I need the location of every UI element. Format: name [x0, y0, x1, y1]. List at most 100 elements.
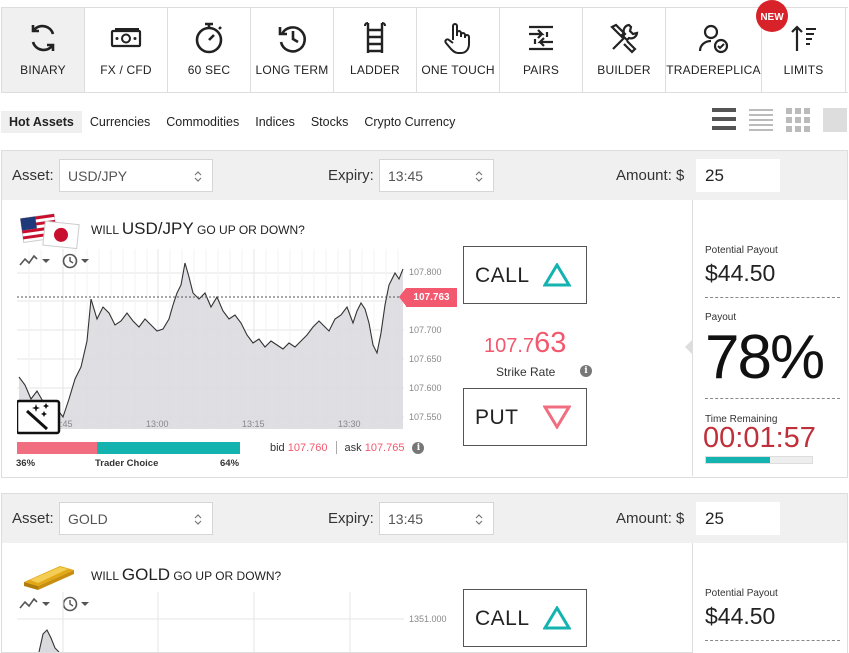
- asset-select-value: GOLD: [68, 511, 108, 527]
- tool-builder[interactable]: BUILDER: [583, 8, 666, 92]
- single-view-icon[interactable]: [822, 106, 848, 133]
- amount-input[interactable]: 25: [696, 502, 780, 535]
- tool-label: BUILDER: [597, 63, 651, 77]
- view-mode-switcher: [711, 106, 848, 133]
- compact-list-view-icon[interactable]: [748, 106, 774, 133]
- potential-payout-label: Potential Payout: [705, 245, 778, 256]
- refresh-icon: [31, 24, 55, 52]
- tab-crypto-currency[interactable]: Crypto Currency: [356, 111, 463, 133]
- expiry-label: Expiry:: [328, 167, 374, 184]
- divider: [335, 441, 337, 454]
- potential-payout-label: Potential Payout: [705, 588, 778, 599]
- tab-indices[interactable]: Indices: [247, 111, 303, 133]
- y-tick: 107.550: [409, 412, 442, 422]
- put-button[interactable]: PUT: [463, 388, 587, 446]
- tab-currencies[interactable]: Currencies: [82, 111, 158, 133]
- trader-sentiment-bar: [17, 442, 240, 454]
- expiry-select[interactable]: 13:45: [379, 502, 494, 535]
- y-tick: 1351.000: [409, 614, 447, 624]
- grid-view-icon[interactable]: [785, 106, 811, 133]
- tool-fx-cfd[interactable]: FX / CFD: [85, 8, 168, 92]
- gold-bar-icon: [24, 566, 74, 590]
- history-clock-icon: [278, 26, 306, 53]
- call-button-label: CALL: [475, 607, 530, 630]
- tool-ladder[interactable]: LADDER: [334, 8, 417, 92]
- asset-select[interactable]: USD/JPY: [59, 159, 213, 192]
- panel-header: Asset: USD/JPY Expiry: 13:45 Amount: $ 2…: [2, 151, 847, 200]
- strike-info-icon[interactable]: i: [580, 365, 592, 377]
- timeframe-clock-icon[interactable]: [62, 253, 96, 269]
- select-chevron-icon: [475, 171, 483, 182]
- tab-hot-assets[interactable]: Hot Assets: [1, 111, 82, 133]
- expiry-select[interactable]: 13:45: [379, 159, 494, 192]
- potential-payout-value: $44.50: [705, 603, 776, 629]
- select-chevron-icon: [475, 514, 483, 525]
- ask-label: ask: [344, 441, 362, 454]
- payout-percentage: 78%: [705, 323, 825, 392]
- asset-category-tabs: Hot Assets Currencies Commodities Indice…: [1, 110, 463, 134]
- chart-tools: [18, 253, 96, 269]
- new-badge: NEW: [756, 0, 788, 32]
- tool-pairs[interactable]: PAIRS: [500, 8, 583, 92]
- strike-rate-prefix: 107.7: [484, 335, 535, 357]
- tool-binary[interactable]: BINARY: [2, 8, 85, 92]
- tab-commodities[interactable]: Commodities: [158, 111, 247, 133]
- select-chevron-icon: [194, 171, 202, 182]
- tool-label: LONG TERM: [255, 63, 329, 77]
- call-button[interactable]: CALL: [463, 246, 587, 304]
- y-tick: 107.800: [409, 267, 442, 277]
- amount-label: Amount: $: [616, 510, 685, 527]
- magic-wand-icon[interactable]: [17, 399, 61, 435]
- y-tick: 107.600: [409, 383, 442, 393]
- tool-one-touch[interactable]: ONE TOUCH: [417, 8, 500, 92]
- strike-rate-label: Strike Rate: [496, 365, 556, 379]
- user-check-icon: [698, 24, 728, 54]
- asset-select[interactable]: GOLD: [59, 502, 213, 535]
- x-tick: 13:15: [242, 419, 265, 429]
- new-badge-text: NEW: [760, 12, 784, 23]
- trade-type-toolbar: BINARY FX / CFD 60 SEC LONG TERM LADDER …: [1, 7, 848, 93]
- asset-panel-gold: Asset: GOLD Expiry: 13:45 Amount: $ 25 W…: [1, 493, 848, 653]
- chart-type-icon[interactable]: [18, 253, 52, 269]
- payout-panel: Potential Payout $44.50 Payout 78% Time …: [692, 200, 847, 476]
- bid-value: 107.760: [287, 441, 328, 454]
- bid-ask: bid 107.760 ask 107.765 i: [270, 441, 425, 454]
- prediction-question: WILL USD/JPY GO UP OR DOWN?: [91, 219, 305, 239]
- tool-label: LIMITS: [783, 63, 824, 77]
- down-triangle-icon: [543, 405, 571, 429]
- expiry-select-value: 13:45: [388, 168, 424, 184]
- expiry-label: Expiry:: [328, 510, 374, 527]
- payout-panel: Potential Payout $44.50: [692, 543, 847, 653]
- time-remaining-bar: [705, 456, 813, 464]
- tool-long-term[interactable]: LONG TERM: [251, 8, 334, 92]
- time-remaining-value: 00:01:57: [703, 422, 816, 454]
- tool-60-sec[interactable]: 60 SEC: [168, 8, 251, 92]
- cash-icon: [110, 28, 142, 48]
- panel-header: Asset: GOLD Expiry: 13:45 Amount: $ 25: [2, 494, 847, 543]
- divider: [705, 398, 840, 399]
- tab-stocks[interactable]: Stocks: [303, 111, 357, 133]
- tool-label: PAIRS: [522, 63, 560, 77]
- time-remaining-fill: [706, 457, 770, 463]
- info-icon[interactable]: i: [412, 441, 425, 454]
- call-button[interactable]: CALL: [463, 589, 587, 647]
- divider: [705, 297, 840, 298]
- asset-label: Asset:: [12, 167, 54, 184]
- put-button-label: PUT: [475, 406, 519, 429]
- call-sentiment-pct: 64%: [220, 458, 240, 469]
- asset-select-value: USD/JPY: [68, 168, 128, 184]
- tool-tradereplica[interactable]: TRADEREPLICA: [666, 8, 762, 92]
- stopwatch-icon: [195, 22, 223, 54]
- x-tick: 13:00: [146, 419, 169, 429]
- put-sentiment-fill: [17, 442, 98, 454]
- tool-label: TRADEREPLICA: [666, 63, 761, 77]
- amount-input[interactable]: 25: [696, 159, 780, 192]
- tool-label: FX / CFD: [100, 63, 152, 77]
- tool-label: LADDER: [350, 63, 400, 77]
- bid-label: bid: [270, 441, 285, 454]
- question-suffix: GO UP OR DOWN?: [170, 569, 282, 583]
- list-view-icon[interactable]: [711, 106, 737, 133]
- ask-value: 107.765: [364, 441, 405, 454]
- chart-area-fill: [19, 263, 403, 429]
- amount-label: Amount: $: [616, 167, 685, 184]
